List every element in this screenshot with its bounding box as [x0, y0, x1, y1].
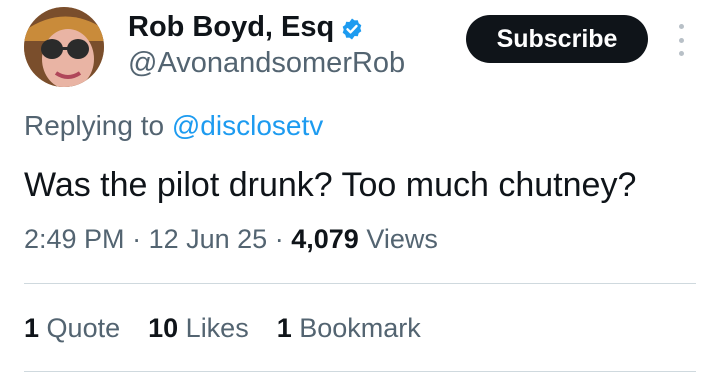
stat-quotes[interactable]: 1 Quote: [24, 311, 120, 345]
stat-count: 1: [24, 313, 40, 343]
more-vertical-icon[interactable]: [676, 24, 686, 56]
stat-label: Bookmark: [299, 313, 421, 343]
stat-bookmarks[interactable]: 1 Bookmark: [277, 311, 421, 345]
stat-label: Quote: [46, 313, 121, 343]
stat-label: Likes: [185, 313, 249, 343]
divider: [24, 371, 696, 372]
stat-count: 1: [276, 313, 292, 343]
avatar-image: [24, 7, 104, 87]
tweet-time[interactable]: 2:49 PM: [24, 224, 125, 254]
tweet-date[interactable]: 12 Jun 25: [149, 224, 268, 254]
tweet-meta: 2:49 PM · 12 Jun 25 · 4,079 Views: [24, 222, 438, 256]
verified-badge-icon[interactable]: [340, 15, 364, 40]
views-label: Views: [366, 224, 438, 254]
avatar[interactable]: [24, 7, 104, 87]
replying-to: Replying to @disclosetv: [24, 109, 323, 143]
tweet-stats: 1 Quote 10 Likes 1 Bookmark: [24, 311, 449, 345]
views-count: 4,079: [291, 224, 359, 254]
divider: [24, 283, 696, 284]
stat-count: 10: [148, 313, 179, 343]
meta-separator: ·: [132, 224, 142, 254]
author-display-name[interactable]: Rob Boyd, Esq: [128, 10, 364, 44]
author-name-text: Rob Boyd, Esq: [128, 11, 335, 43]
tweet-text: Was the pilot drunk? Too much chutney?: [24, 166, 637, 204]
replying-mention-link[interactable]: @disclosetv: [172, 110, 323, 141]
replying-prefix: Replying to: [24, 110, 165, 141]
stat-likes[interactable]: 10 Likes: [148, 311, 249, 345]
meta-separator: ·: [274, 224, 284, 254]
author-handle[interactable]: @AvonandsomerRob: [128, 46, 405, 80]
subscribe-button[interactable]: Subscribe: [466, 15, 648, 63]
